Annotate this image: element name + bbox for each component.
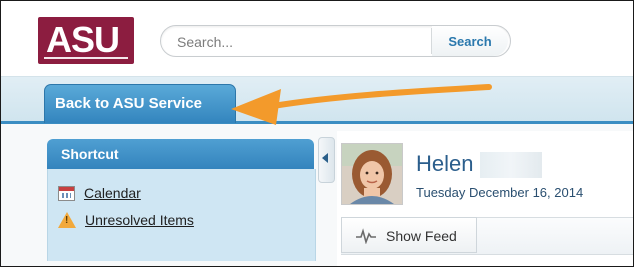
show-feed-button[interactable]: Show Feed <box>341 217 477 253</box>
logo-underline <box>44 57 128 59</box>
redacted-surname <box>480 152 542 178</box>
search-button[interactable]: Search <box>432 26 508 56</box>
avatar-photo <box>342 144 402 204</box>
collapse-sidebar-handle[interactable] <box>318 137 335 183</box>
profile-name: Helen <box>416 151 474 176</box>
portal-window: ASU Search Back to ASU Service Shortcut … <box>0 0 634 267</box>
shortcut-title: Shortcut <box>61 146 119 162</box>
tab-back-to-asu-service[interactable]: Back to ASU Service <box>44 84 236 123</box>
logo-text: ASU <box>46 19 120 60</box>
shortcut-item-label[interactable]: Calendar <box>84 185 141 201</box>
profile-date: Tuesday December 16, 2014 <box>416 185 584 200</box>
avatar[interactable] <box>341 143 403 205</box>
top-header: ASU Search <box>1 1 633 76</box>
warning-icon: ! <box>58 212 76 228</box>
calendar-icon <box>58 185 75 201</box>
search-input[interactable] <box>175 31 424 53</box>
activity-icon <box>356 228 376 244</box>
tab-label: Back to ASU Service <box>55 95 203 112</box>
shortcut-item-calendar[interactable]: Calendar <box>58 183 141 203</box>
annotation-arrow <box>231 84 492 125</box>
show-feed-label: Show Feed <box>386 228 457 244</box>
search-box: Search <box>160 25 511 57</box>
shortcut-item-label[interactable]: Unresolved Items <box>85 212 194 228</box>
shortcut-item-unresolved[interactable]: ! Unresolved Items <box>58 210 194 230</box>
shortcut-panel: Calendar ! Unresolved Items <box>47 169 316 261</box>
asu-logo[interactable]: ASU <box>38 17 134 64</box>
chevron-left-icon <box>322 153 328 163</box>
shortcut-header[interactable]: Shortcut <box>47 139 314 169</box>
